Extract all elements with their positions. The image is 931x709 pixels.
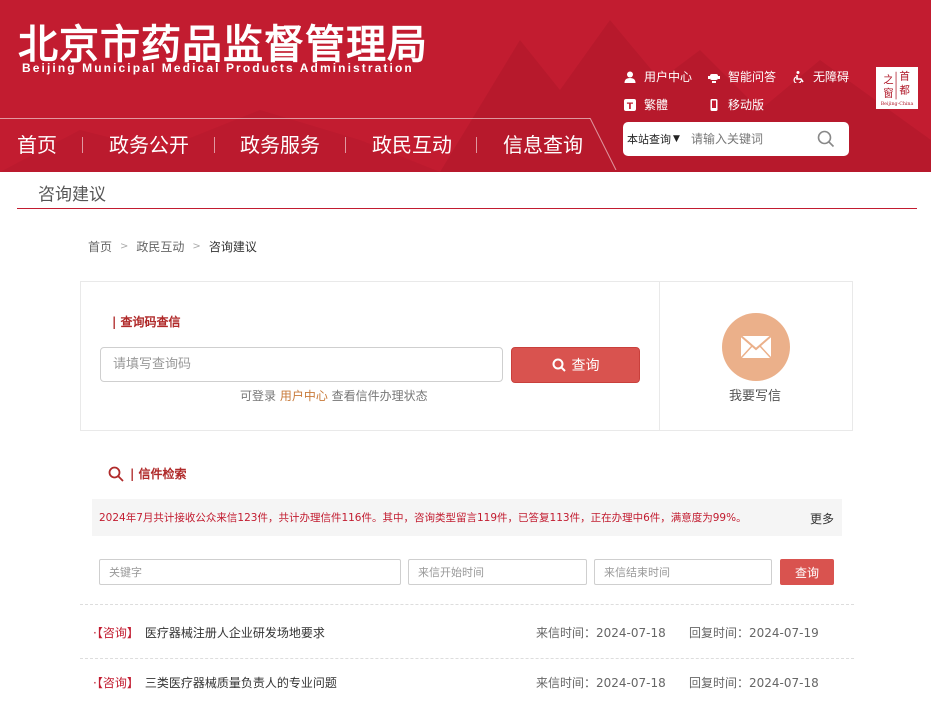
logo-caption: Beijing-China [881, 101, 914, 107]
query-hint-prefix: 可登录 [240, 389, 280, 403]
write-letter-label[interactable]: 我要写信 [729, 385, 781, 404]
title-divider [17, 208, 917, 209]
list-divider [80, 604, 854, 605]
more-link[interactable]: 更多 [810, 510, 834, 527]
stats-bar: 2024年7月共计接收公众来信123件，共计办理信件116件。其中，咨询类型留言… [92, 499, 842, 536]
start-date-input[interactable] [408, 559, 587, 585]
breadcrumb-arrow-icon: > [192, 241, 201, 252]
accessibility-icon [793, 70, 804, 83]
letter-search-label: | 信件检索 [130, 467, 187, 481]
site-header: 北京市药品监督管理局 Beijing Municipal Medical Pro… [0, 0, 931, 172]
search-input[interactable] [689, 131, 811, 147]
filter-search-button[interactable]: 查询 [780, 559, 834, 585]
letter-reply-date: 回复时间：2024-07-19 [689, 625, 819, 640]
keyword-input[interactable] [99, 559, 401, 585]
nav-slant-line [589, 118, 617, 170]
logo-char-4: 窗 [883, 87, 893, 100]
smart-qa-label: 智能问答 [728, 70, 777, 84]
mobile-link[interactable]: 移动版 [708, 96, 764, 113]
search-icon [817, 130, 835, 148]
logo-char-2: 都 [899, 85, 910, 97]
search-icon [108, 466, 124, 482]
letter-sent-date: 来信时间：2024-07-18 [536, 625, 666, 640]
breadcrumb-interaction[interactable]: 政民互动 [136, 238, 184, 255]
capital-window-logo-image: 首 都 之 窗 Beijing-China [877, 68, 917, 107]
user-center-link[interactable]: 用户中心 [624, 68, 692, 85]
nav-home[interactable]: 首页 [17, 129, 57, 158]
traditional-chinese-label: 繁體 [644, 98, 669, 112]
search-button[interactable] [811, 124, 841, 154]
search-scope-select[interactable]: 本站查询 ▼ [623, 131, 687, 147]
capital-window-logo[interactable]: 首 都 之 窗 Beijing-China [876, 67, 918, 109]
nav-government-services[interactable]: 政务服务 [240, 129, 320, 158]
accessibility-link[interactable]: 无障碍 [793, 68, 849, 85]
traditional-chinese-link[interactable]: T 繁體 [624, 96, 668, 113]
svg-text:T: T [627, 102, 634, 111]
write-letter-button[interactable] [722, 313, 790, 381]
nav-interaction[interactable]: 政民互动 [372, 129, 452, 158]
logo-char-1: 首 [899, 69, 909, 82]
user-center-hint-link[interactable]: 用户中心 [280, 389, 328, 403]
smart-qa-link[interactable]: 智能问答 [708, 68, 776, 85]
query-button[interactable]: 查询 [511, 347, 640, 383]
nav-government-affairs[interactable]: 政务公开 [109, 129, 189, 158]
letter-title[interactable]: 三类医疗器械质量负责人的专业问题 [145, 674, 337, 691]
mobile-label: 移动版 [728, 98, 765, 112]
list-divider [80, 658, 854, 659]
query-hint-suffix: 查看信件办理状态 [327, 389, 428, 403]
robot-icon [708, 73, 720, 83]
letter-sent-date: 来信时间：2024-07-18 [536, 675, 666, 690]
nav-information-query[interactable]: 信息查询 [503, 129, 583, 158]
monthly-stats-text: 2024年7月共计接收公众来信123件，共计办理信件116件。其中，咨询类型留言… [99, 512, 747, 524]
nav-separator [476, 137, 477, 153]
letter-category: ·【咨询】 [93, 625, 139, 640]
query-code-label: | 查询码查信 [112, 315, 181, 329]
logo-char-3: 之 [883, 73, 894, 86]
letter-reply-date: 回复时间：2024-07-18 [689, 675, 819, 690]
breadcrumb-home[interactable]: 首页 [88, 238, 112, 255]
nav-separator [82, 137, 83, 153]
letter-category: ·【咨询】 [93, 675, 139, 690]
breadcrumb-current: 咨询建议 [208, 240, 257, 254]
page-title: 咨询建议 [38, 185, 106, 205]
site-search: 本站查询 ▼ [623, 122, 849, 156]
letter-title[interactable]: 医疗器械注册人企业研发场地要求 [145, 624, 325, 641]
nav-separator [345, 137, 346, 153]
search-scope-label: 本站查询 [627, 133, 671, 146]
user-center-label: 用户中心 [644, 70, 693, 84]
nav-separator [214, 137, 215, 153]
list-item[interactable]: ·【咨询】 医疗器械注册人企业研发场地要求 来信时间：2024-07-18 回复… [93, 622, 833, 642]
query-button-label: 查询 [571, 358, 600, 374]
query-code-input[interactable] [100, 347, 503, 382]
accessibility-label: 无障碍 [813, 70, 850, 84]
breadcrumb: 首页 > 政民互动 > 咨询建议 [88, 238, 257, 255]
traditional-chinese-icon: T [624, 98, 636, 111]
letter-search-heading: | 信件检索 [108, 465, 187, 482]
envelope-icon [740, 335, 772, 359]
query-hint: 可登录 用户中心 查看信件办理状态 [240, 387, 428, 404]
chevron-down-icon: ▼ [673, 134, 680, 144]
end-date-input[interactable] [594, 559, 772, 585]
nav-top-line [0, 118, 590, 119]
user-icon [624, 71, 636, 83]
search-icon [552, 358, 566, 372]
list-item[interactable]: ·【咨询】 三类医疗器械质量负责人的专业问题 来信时间：2024-07-18 回… [93, 672, 833, 692]
breadcrumb-arrow-icon: > [120, 241, 129, 252]
mobile-icon [710, 98, 718, 111]
site-subtitle: Beijing Municipal Medical Products Admin… [22, 61, 414, 75]
